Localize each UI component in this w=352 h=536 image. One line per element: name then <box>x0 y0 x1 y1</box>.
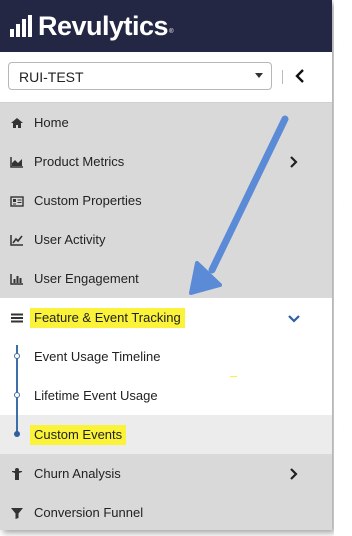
chevron-right-icon[interactable] <box>288 468 300 480</box>
nav-item-user-engagement[interactable]: User Engagement <box>0 259 332 298</box>
nav-label: Custom Properties <box>34 193 142 208</box>
product-select[interactable]: RUI-TEST <box>8 62 272 90</box>
sidebar-panel: Revulytics ® RUI-TEST Home Product Metri… <box>0 0 332 530</box>
line-chart-icon <box>10 235 23 246</box>
annotation-mark <box>230 376 237 377</box>
sidebar-nav: Home Product Metrics Custom Properties U… <box>0 103 332 530</box>
chevron-right-icon[interactable] <box>288 156 300 168</box>
nav-label: Conversion Funnel <box>34 505 144 520</box>
nav-item-custom-properties[interactable]: Custom Properties <box>0 181 332 220</box>
timeline-dot <box>14 392 20 398</box>
app-header: Revulytics ® <box>0 0 332 52</box>
nav-label: Home <box>34 115 69 130</box>
sub-item-label: Custom Events <box>30 425 127 445</box>
divider <box>282 70 283 84</box>
product-selector-row: RUI-TEST <box>0 52 332 103</box>
nav-item-home[interactable]: Home <box>0 103 332 142</box>
caret-down-icon <box>255 73 263 78</box>
nav-label: User Activity <box>34 232 106 247</box>
chevron-down-icon[interactable] <box>288 312 300 324</box>
sub-item-lifetime-event-usage[interactable]: Lifetime Event Usage <box>0 376 332 415</box>
brand-logo[interactable]: Revulytics ® <box>10 11 174 41</box>
nav-item-churn-analysis[interactable]: Churn Analysis <box>0 454 332 493</box>
id-card-icon <box>10 196 24 207</box>
torn-edge <box>334 0 347 536</box>
nav-label: User Engagement <box>34 271 139 286</box>
nav-item-conversion-funnel[interactable]: Conversion Funnel <box>0 493 332 530</box>
highlighted-label: Custom Events <box>30 425 127 445</box>
person-icon <box>12 468 22 480</box>
timeline-dot-active <box>14 431 20 437</box>
nav-label: Churn Analysis <box>34 466 121 481</box>
sub-item-label: Lifetime Event Usage <box>34 388 158 403</box>
funnel-icon <box>11 508 23 519</box>
nav-label: Feature & Event Tracking <box>30 308 185 328</box>
home-icon <box>11 118 23 128</box>
bar-chart-icon <box>10 274 23 285</box>
nav-item-product-metrics[interactable]: Product Metrics <box>0 142 332 181</box>
nav-item-user-activity[interactable]: User Activity <box>0 220 332 259</box>
sub-item-label: Event Usage Timeline <box>34 349 161 364</box>
list-icon <box>11 313 23 323</box>
chevron-left-icon[interactable] <box>292 66 308 86</box>
nav-label: Product Metrics <box>34 154 125 169</box>
product-select-value: RUI-TEST <box>19 69 84 85</box>
area-chart-icon <box>10 157 23 168</box>
sub-item-custom-events[interactable]: Custom Events <box>0 415 332 454</box>
highlighted-label: Feature & Event Tracking <box>30 308 185 328</box>
sub-item-event-usage-timeline[interactable]: Event Usage Timeline <box>0 337 332 376</box>
nav-item-feature-event-tracking[interactable]: Feature & Event Tracking <box>0 298 332 337</box>
timeline-dot <box>14 353 20 359</box>
brand-name: Revulytics <box>38 10 169 41</box>
trademark: ® <box>169 29 174 35</box>
logo-bars-icon <box>10 15 34 37</box>
